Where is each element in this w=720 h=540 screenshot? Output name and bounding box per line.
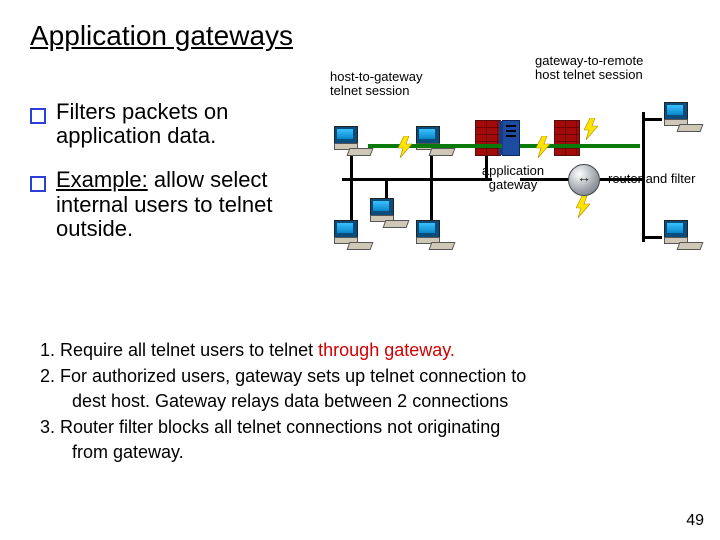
workstation-icon <box>334 126 370 156</box>
firewall-icon <box>554 120 580 156</box>
lan-drop <box>430 156 433 178</box>
lightning-icon <box>536 136 550 158</box>
lightning-icon <box>584 118 598 140</box>
session-line <box>368 144 502 148</box>
lan-drop <box>608 178 642 181</box>
numbered-line-1: 1. Require all telnet users to telnet th… <box>40 340 680 362</box>
link-router-lan <box>600 178 608 181</box>
bullet-2-text: Example: allow select internal users to … <box>56 168 310 241</box>
slide-title: Application gateways <box>30 20 293 52</box>
workstation-icon <box>416 220 452 250</box>
lan-bus-right <box>642 112 645 242</box>
router-icon <box>568 164 600 196</box>
lan-drop <box>430 178 433 222</box>
lightning-icon <box>576 196 590 218</box>
lan-drop <box>385 178 388 200</box>
workstation-icon <box>664 220 700 250</box>
workstation-icon <box>370 198 406 228</box>
lan-drop <box>350 178 353 222</box>
bullet-marker-icon <box>30 176 46 192</box>
lan-drop <box>642 118 662 121</box>
bullet-2: Example: allow select internal users to … <box>30 168 310 241</box>
numbered-line-2: 2. For authorized users, gateway sets up… <box>40 366 680 388</box>
numbered-line-2b: dest host. Gateway relays data between 2… <box>40 391 680 413</box>
lightning-icon <box>398 136 412 158</box>
bullet-1-text: Filters packets on application data. <box>56 100 310 148</box>
numbered-line-3: 3. Router filter blocks all telnet conne… <box>40 417 680 439</box>
label-gateway-to-remote: gateway-to-remote host telnet session <box>535 54 695 81</box>
lan-drop <box>350 156 353 178</box>
label-host-to-gateway: host-to-gateway telnet session <box>330 70 460 97</box>
lan-drop <box>485 156 488 178</box>
lan-drop <box>642 236 662 239</box>
bullet-marker-icon <box>30 108 46 124</box>
numbered-line-1-red: through gateway. <box>318 340 455 360</box>
app-gateway-server-icon <box>502 120 520 156</box>
link-gateway-router <box>520 178 570 181</box>
bullet-list: Filters packets on application data. Exa… <box>30 100 310 261</box>
workstation-icon <box>334 220 370 250</box>
workstation-icon <box>416 126 452 156</box>
firewall-icon <box>475 120 501 156</box>
bullet-2-underline: Example: <box>56 167 148 192</box>
bullet-1: Filters packets on application data. <box>30 100 310 148</box>
lan-bus-left <box>342 178 492 181</box>
workstation-icon <box>664 102 700 132</box>
numbered-list: 1. Require all telnet users to telnet th… <box>40 340 680 468</box>
page-number: 49 <box>686 512 704 530</box>
network-diagram: host-to-gateway telnet session gateway-t… <box>330 60 710 310</box>
numbered-line-1a: 1. Require all telnet users to telnet <box>40 340 318 360</box>
numbered-line-3b: from gateway. <box>40 442 680 464</box>
